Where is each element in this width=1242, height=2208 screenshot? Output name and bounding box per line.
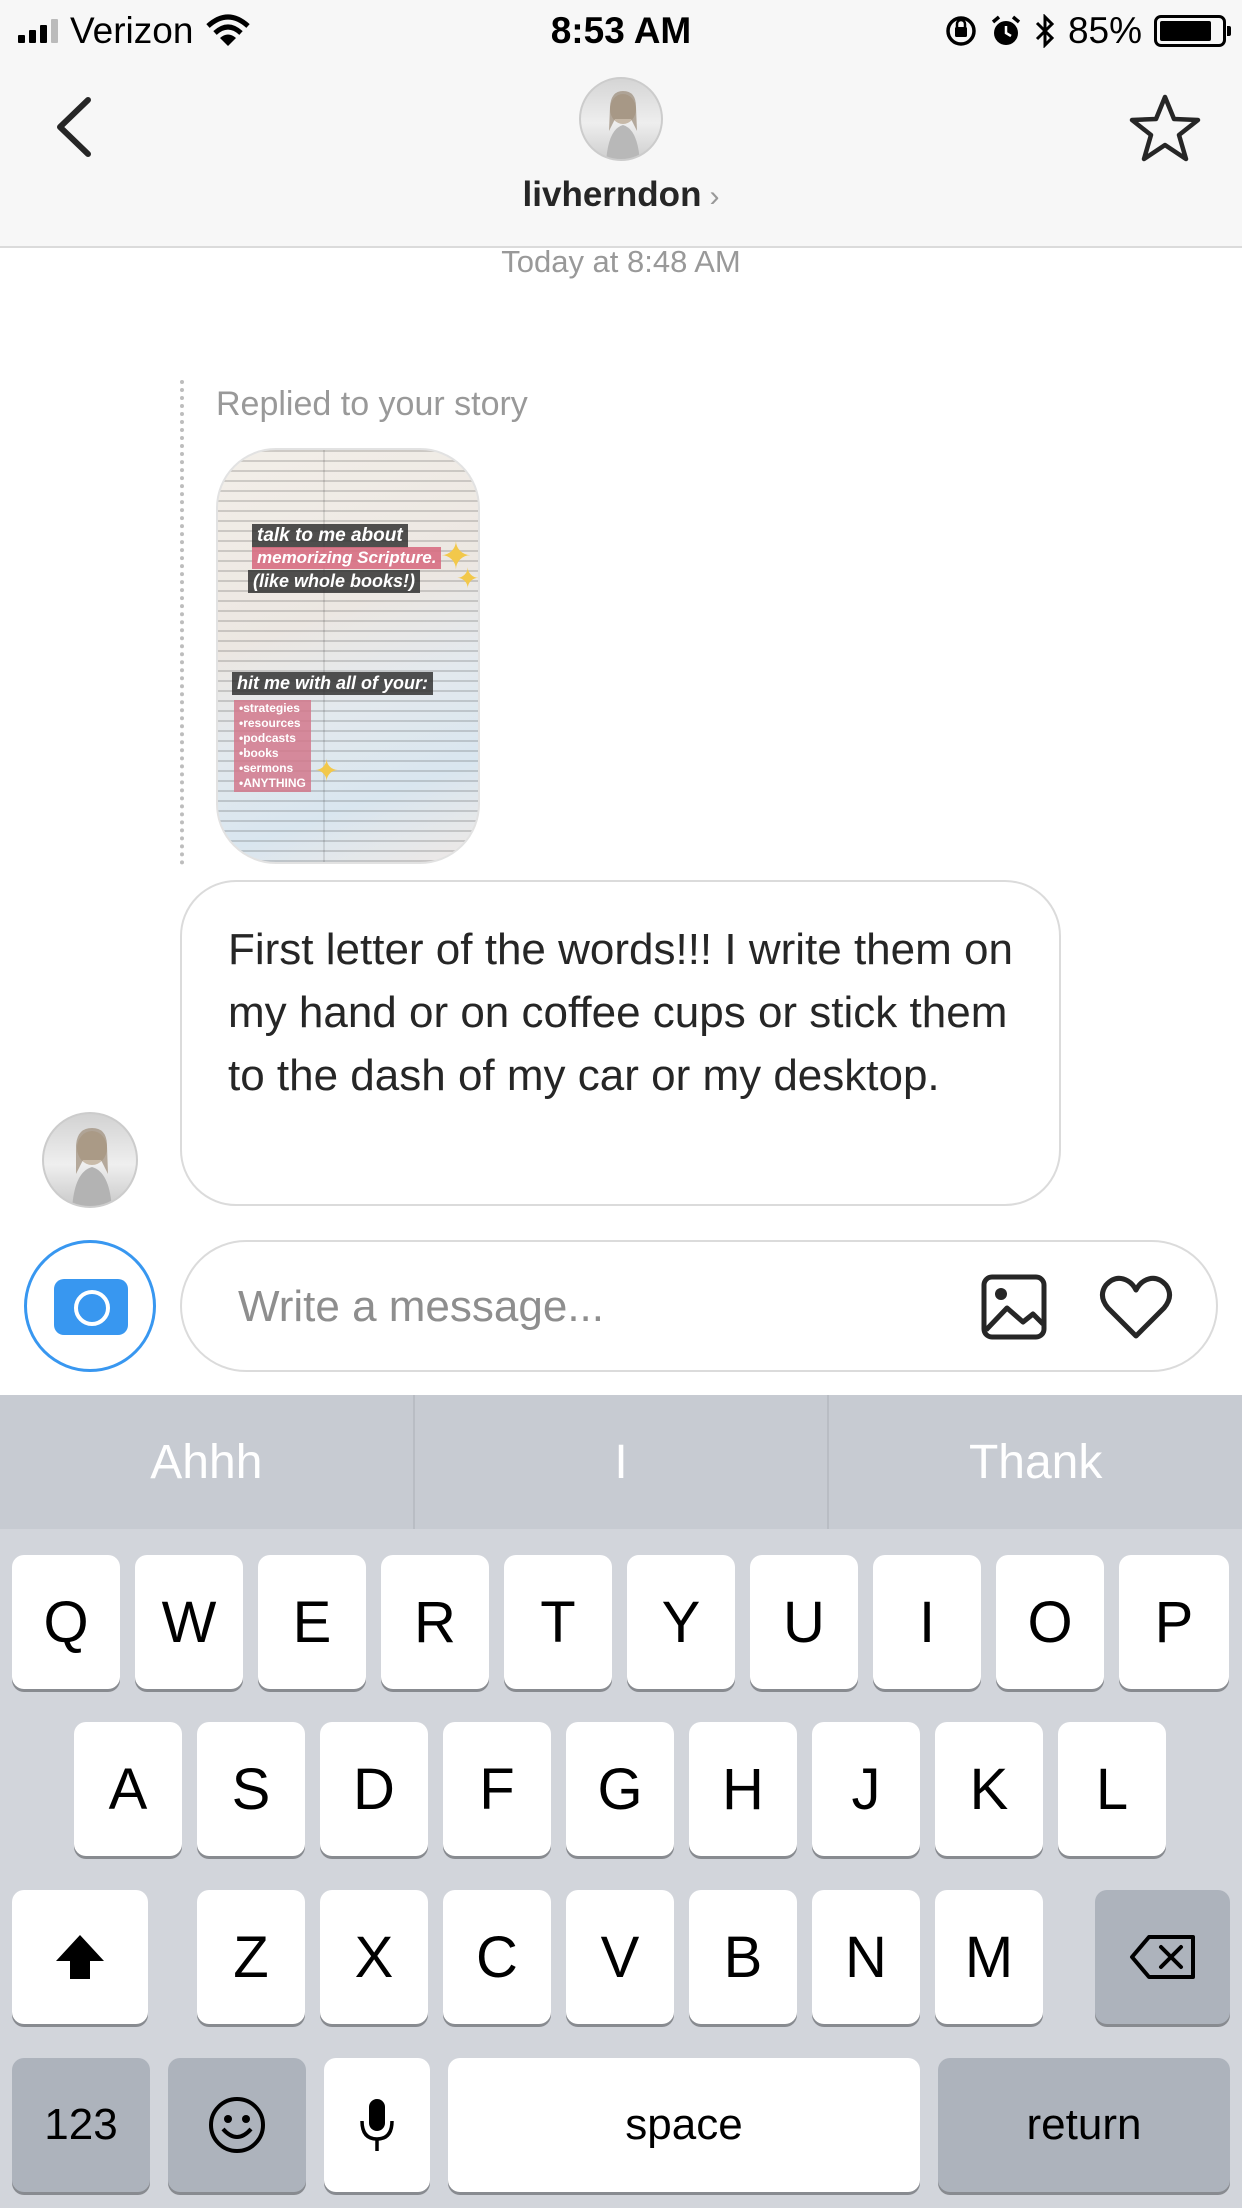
key-q[interactable]: Q	[12, 1555, 120, 1689]
key-f[interactable]: F	[443, 1722, 551, 1856]
star-icon[interactable]	[1128, 92, 1202, 166]
key-n[interactable]: N	[812, 1890, 920, 2024]
heart-icon[interactable]	[1098, 1272, 1174, 1342]
camera-button[interactable]	[24, 1240, 156, 1372]
sender-avatar[interactable]	[42, 1112, 138, 1208]
key-r[interactable]: R	[381, 1555, 489, 1689]
suggestion-1[interactable]: Ahhh	[0, 1395, 413, 1529]
orientation-lock-icon	[946, 16, 976, 46]
person-avatar-image	[606, 91, 640, 159]
person-avatar-image	[72, 1128, 112, 1206]
dictation-key[interactable]	[324, 2058, 430, 2192]
reply-divider	[180, 380, 184, 865]
story-text-2: memorizing Scripture.	[252, 547, 442, 569]
header-avatar[interactable]	[579, 77, 663, 161]
key-w[interactable]: W	[135, 1555, 243, 1689]
key-z[interactable]: Z	[197, 1890, 305, 2024]
replied-to-story-label: Replied to your story	[216, 385, 528, 423]
delete-key[interactable]	[1095, 1890, 1230, 2024]
key-y[interactable]: Y	[627, 1555, 735, 1689]
sparkle-icon: ✦	[456, 563, 480, 594]
shift-key[interactable]	[12, 1890, 148, 2024]
bluetooth-icon	[1035, 14, 1055, 48]
message-composer[interactable]	[180, 1240, 1218, 1372]
shift-arrow-icon	[56, 1935, 104, 1979]
key-g[interactable]: G	[566, 1722, 674, 1856]
story-text-1: talk to me about	[252, 524, 408, 548]
key-k[interactable]: K	[935, 1722, 1043, 1856]
key-v[interactable]: V	[566, 1890, 674, 2024]
username-link[interactable]: livherndon ›	[0, 175, 1242, 215]
key-m[interactable]: M	[935, 1890, 1043, 2024]
chevron-right-icon: ›	[709, 180, 720, 213]
key-i[interactable]: I	[873, 1555, 981, 1689]
backspace-icon	[1129, 1935, 1195, 1979]
key-d[interactable]: D	[320, 1722, 428, 1856]
story-text-4: hit me with all of your:	[232, 672, 434, 695]
camera-icon	[54, 1279, 128, 1335]
status-bar: Verizon 8:53 AM 85%	[0, 0, 1242, 62]
suggestion-2[interactable]: I	[412, 1395, 828, 1529]
emoji-icon	[209, 2097, 265, 2153]
key-b[interactable]: B	[689, 1890, 797, 2024]
emoji-key[interactable]	[168, 2058, 306, 2192]
keyboard: Ahhh I Thank Q W E R T Y U I O P A S D F…	[0, 1395, 1242, 2208]
microphone-icon	[360, 2099, 394, 2151]
space-key[interactable]: space	[448, 2058, 920, 2192]
message-timestamp: Today at 8:48 AM	[501, 244, 741, 279]
key-p[interactable]: P	[1119, 1555, 1229, 1689]
key-x[interactable]: X	[320, 1890, 428, 2024]
return-key[interactable]: return	[938, 2058, 1230, 2192]
numbers-key[interactable]: 123	[12, 2058, 150, 2192]
suggestion-3[interactable]: Thank	[827, 1395, 1242, 1529]
key-a[interactable]: A	[74, 1722, 182, 1856]
key-h[interactable]: H	[689, 1722, 797, 1856]
key-j[interactable]: J	[812, 1722, 920, 1856]
key-u[interactable]: U	[750, 1555, 858, 1689]
key-t[interactable]: T	[504, 1555, 612, 1689]
chat-header: livherndon ›	[0, 62, 1242, 248]
back-chevron-icon[interactable]	[48, 92, 108, 162]
key-o[interactable]: O	[996, 1555, 1104, 1689]
key-c[interactable]: C	[443, 1890, 551, 2024]
key-l[interactable]: L	[1058, 1722, 1166, 1856]
gallery-icon[interactable]	[979, 1272, 1049, 1342]
message-input[interactable]	[238, 1272, 998, 1342]
predictive-bar: Ahhh I Thank	[0, 1395, 1242, 1529]
message-bubble[interactable]: First letter of the words!!! I write the…	[180, 880, 1061, 1206]
key-s[interactable]: S	[197, 1722, 305, 1856]
sparkle-icon: ✦	[314, 755, 340, 788]
alarm-icon	[991, 15, 1021, 45]
story-thumbnail[interactable]: talk to me about memorizing Scripture. (…	[216, 448, 480, 864]
battery-icon	[1154, 15, 1231, 47]
battery-percent: 85%	[1067, 10, 1142, 51]
story-text-3: (like whole books!)	[248, 570, 421, 593]
story-list: •strategies •resources •podcasts •books …	[234, 700, 311, 792]
key-e[interactable]: E	[258, 1555, 366, 1689]
